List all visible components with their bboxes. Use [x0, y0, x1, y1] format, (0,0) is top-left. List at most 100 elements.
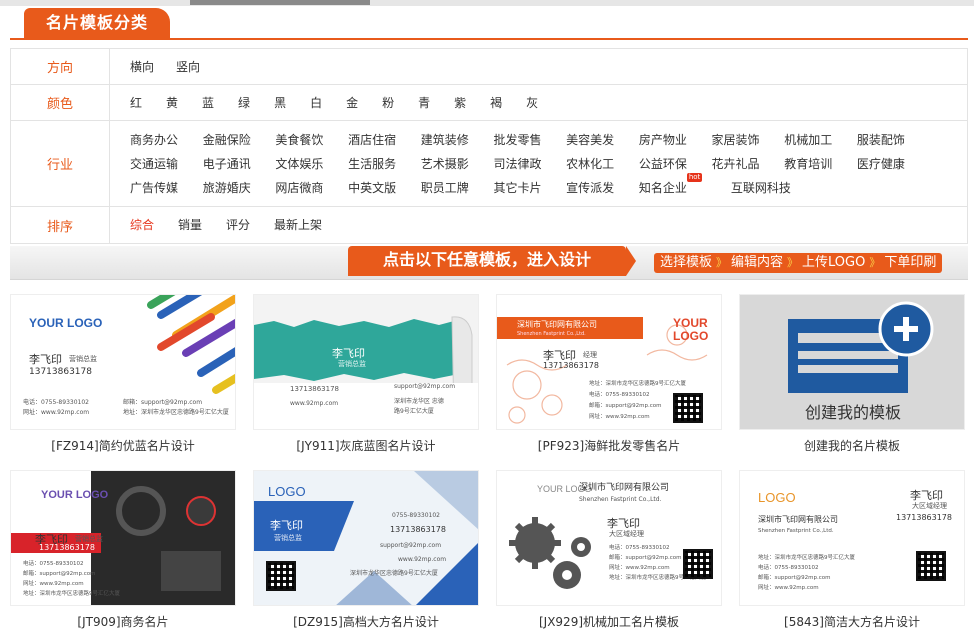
filter-option[interactable]: 红 [130, 91, 142, 115]
filter-option-label: 知名企业 [638, 180, 687, 195]
card-tel: 电话：0755-89330102 [23, 561, 84, 567]
filter-option[interactable]: 互联网科技 [731, 176, 804, 200]
card-title: 大区域经理 [609, 530, 644, 538]
filter-options: 综合 销量 评分 最新上架 [110, 207, 967, 243]
template-card[interactable]: 李飞印 营销总监 13713863178 support@92mp.com ww… [253, 294, 479, 456]
filter-option[interactable]: 职员工牌 [421, 176, 494, 200]
filter-options: 商务办公 金融保险 美食餐饮 酒店住宿 建筑装修 批发零售 美容美发 房产物业 家居装饰 机械加工… [110, 121, 967, 206]
template-caption[interactable]: [5843]简洁大方名片设计 [739, 612, 965, 632]
template-card[interactable]: YOUR LOGO 深圳市飞印网有限公司 Shenzhen Fastprint … [496, 470, 722, 632]
template-caption[interactable]: [PF923]海鲜批发零售名片 [496, 436, 722, 456]
template-thumbnail[interactable]: 深圳市飞印网有限公司 Shenzhen Fastprint Co.,Ltd. Y… [496, 294, 722, 430]
filter-option[interactable]: 批发零售 [493, 128, 566, 152]
filter-row-direction: 方向 横向 竖向 [11, 49, 967, 85]
template-caption[interactable]: [DZ915]高档大方名片设计 [253, 612, 479, 632]
filter-option[interactable]: 商务办公 [130, 128, 203, 152]
card-tel: 电话：0755-89330102 [23, 399, 89, 406]
filter-option[interactable]: 交通运输 [130, 152, 203, 176]
card-email: 邮箱：support@92mp.com [589, 403, 662, 409]
filter-option[interactable]: 灰 [526, 91, 538, 115]
filter-option[interactable]: 最新上架 [274, 213, 322, 237]
filter-option[interactable]: 生活服务 [348, 152, 421, 176]
filter-option[interactable]: 其它卡片 [493, 176, 566, 200]
filter-option[interactable]: 司法律政 [493, 152, 566, 176]
template-thumbnail[interactable]: YOUR LOGO 深圳市飞印网有限公司 Shenzhen Fastprint … [496, 470, 722, 606]
filter-label: 颜色 [11, 85, 110, 120]
step-arrow-icon: 》 [787, 256, 799, 269]
filter-option[interactable]: 文体娱乐 [275, 152, 348, 176]
template-thumbnail[interactable]: YOUR LOGO 李飞印 营销总监 13713863178 电话：0755-8… [10, 470, 236, 606]
filter-option[interactable]: 宣传派发 [566, 176, 639, 200]
filter-option[interactable]: 金 [346, 91, 358, 115]
filter-option[interactable]: 花卉礼品 [712, 152, 785, 176]
filter-option[interactable]: 销量 [178, 213, 202, 237]
filter-option[interactable]: 黄 [166, 91, 178, 115]
card-addr: 深圳市龙华区 忠德路9号汇亿大厦 [394, 398, 444, 415]
template-thumbnail[interactable]: LOGO 深圳市飞印网有限公司 Shenzhen Fastprint Co.,L… [739, 470, 965, 606]
filter-option[interactable]: 横向 [130, 55, 154, 79]
filter-option[interactable]: 白 [310, 91, 322, 115]
filter-option[interactable]: 网店微商 [275, 176, 348, 200]
design-banner: 点击以下任意模板，进入设计 选择模板 》 编辑内容 》 上传LOGO 》 下单印… [10, 246, 968, 280]
template-caption[interactable]: [JX929]机械加工名片模板 [496, 612, 722, 632]
filter-option[interactable]: 竖向 [176, 55, 200, 79]
top-strip [0, 0, 974, 6]
filter-option[interactable]: 粉 [382, 91, 394, 115]
filter-option[interactable]: 旅游婚庆 [203, 176, 276, 200]
card-email: support@92mp.com [394, 383, 456, 390]
template-caption[interactable]: 创建我的名片模板 [739, 436, 965, 456]
filter-option[interactable]: 广告传媒 [130, 176, 203, 200]
card-title: 营销总监 [338, 360, 366, 368]
filter-option[interactable]: 褐 [490, 91, 502, 115]
filter-option[interactable]: 酒店住宿 [348, 128, 421, 152]
filter-option[interactable]: 知名企业 hot [638, 172, 731, 200]
card-web: 网址：www.92mp.com [589, 414, 650, 420]
template-thumbnail[interactable]: 李飞印 营销总监 13713863178 support@92mp.com ww… [253, 294, 479, 430]
logo-text: YOUR LOGO [41, 489, 109, 501]
create-template-thumbnail[interactable]: 创建我的模板 [739, 294, 965, 430]
template-caption[interactable]: [FZ914]简约优蓝名片设计 [10, 436, 236, 456]
template-card[interactable]: LOGO 深圳市飞印网有限公司 Shenzhen Fastprint Co.,L… [739, 470, 965, 632]
filter-option[interactable]: 农林化工 [566, 152, 639, 176]
filter-option[interactable]: 家居装饰 [712, 128, 785, 152]
template-thumbnail[interactable]: LOGO 李飞印 营销总监 0755-89330102 13713863178 … [253, 470, 479, 606]
filter-option[interactable]: 蓝 [202, 91, 214, 115]
card-phone: 13713863178 [290, 385, 339, 393]
filter-option[interactable]: 评分 [226, 213, 250, 237]
card-email: 邮箱：support@92mp.com [23, 571, 96, 577]
filter-option[interactable]: 黑 [274, 91, 286, 115]
template-card[interactable]: YOUR LOGO 李飞印 营销总监 13713863178 电话：0755-8… [10, 470, 236, 632]
filter-option[interactable]: 房产物业 [639, 128, 712, 152]
filter-option[interactable]: 公益环保 [639, 152, 712, 176]
filter-option[interactable]: 建筑装修 [421, 128, 494, 152]
template-thumbnail[interactable]: YOUR LOGO 李飞印 营销总监 13713863178 电话：0755-8… [10, 294, 236, 430]
template-caption[interactable]: [JT909]商务名片 [10, 612, 236, 632]
filter-option[interactable]: 电子通讯 [203, 152, 276, 176]
filter-option[interactable]: 服装配饰 [857, 128, 930, 152]
step-label: 上传LOGO [802, 255, 866, 270]
template-card[interactable]: LOGO 李飞印 营销总监 0755-89330102 13713863178 … [253, 470, 479, 632]
banner-photo-edge [190, 0, 370, 5]
template-card[interactable]: 深圳市飞印网有限公司 Shenzhen Fastprint Co.,Ltd. Y… [496, 294, 722, 456]
filter-option[interactable]: 艺术摄影 [421, 152, 494, 176]
banner-main-text: 点击以下任意模板，进入设计 [348, 246, 636, 276]
card-email: 邮箱：support@92mp.com [758, 575, 831, 581]
filter-option[interactable]: 教育培训 [784, 152, 857, 176]
filter-option[interactable]: 美容美发 [566, 128, 639, 152]
card-title: 营销总监 [69, 355, 97, 363]
filter-option[interactable]: 紫 [454, 91, 466, 115]
filter-option[interactable]: 金融保险 [203, 128, 276, 152]
filter-option[interactable]: 医疗健康 [857, 152, 930, 176]
card-phone: 13713863178 [39, 543, 95, 552]
filter-option[interactable]: 中英文版 [348, 176, 421, 200]
filter-option[interactable]: 绿 [238, 91, 250, 115]
card-title: 营销总监 [274, 534, 302, 542]
template-card[interactable]: YOUR LOGO 李飞印 营销总监 13713863178 电话：0755-8… [10, 294, 236, 456]
filter-option[interactable]: 青 [418, 91, 430, 115]
template-card[interactable]: 创建我的模板 创建我的名片模板 [739, 294, 965, 456]
filter-option[interactable]: 机械加工 [784, 128, 857, 152]
filter-option[interactable]: 综合 [130, 213, 154, 237]
template-caption[interactable]: [JY911]灰底蓝图名片设计 [253, 436, 479, 456]
filter-option[interactable]: 美食餐饮 [275, 128, 348, 152]
card-email: support@92mp.com [380, 542, 442, 549]
